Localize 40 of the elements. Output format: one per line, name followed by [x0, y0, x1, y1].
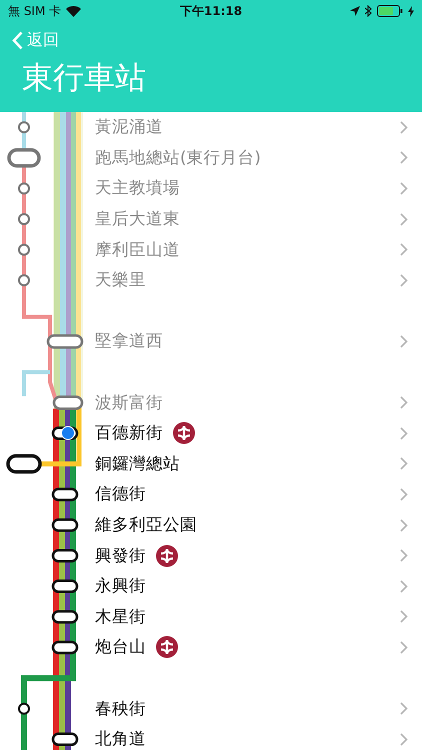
station-name[interactable]: 木星街: [95, 606, 146, 628]
chevron-right-icon: [400, 457, 408, 470]
wifi-icon: [66, 6, 82, 16]
station-name[interactable]: 維多利亞公園: [95, 514, 197, 536]
station-name[interactable]: 北角道: [95, 728, 146, 750]
station-name[interactable]: 信德街: [95, 483, 146, 506]
chevron-right-icon: [400, 702, 408, 716]
carrier-label: 無 SIM 卡: [8, 2, 62, 20]
chevron-right-icon: [400, 212, 408, 226]
mtr-logo-icon: [173, 422, 195, 444]
chevron-right-icon: [400, 274, 408, 287]
charging-bolt-icon: [408, 6, 414, 16]
chevron-right-icon: [400, 151, 408, 164]
clock-time: 下午11:18: [180, 2, 242, 20]
page-title: 東行車站: [22, 59, 147, 98]
battery-icon: [376, 5, 403, 17]
chevron-right-icon: [400, 640, 408, 654]
location-arrow-icon: [350, 6, 360, 16]
mtr-logo-icon: [156, 544, 178, 567]
chevron-right-icon: [400, 243, 408, 256]
station-name[interactable]: 永興街: [95, 575, 146, 598]
chevron-right-icon: [400, 396, 408, 410]
chevron-right-icon: [400, 120, 408, 134]
chevron-right-icon: [400, 426, 408, 440]
chevron-left-icon: [12, 31, 23, 50]
chevron-right-icon: [400, 182, 408, 195]
chevron-right-icon: [400, 549, 408, 562]
station-name[interactable]: 春秧街: [95, 698, 146, 720]
bluetooth-icon: [364, 5, 372, 17]
chevron-right-icon: [400, 488, 408, 501]
station-name[interactable]: 炮台山: [95, 636, 146, 658]
station-name[interactable]: 銅鑼灣總站: [95, 452, 180, 475]
station-name[interactable]: 百德新街: [95, 422, 163, 444]
chevron-right-icon: [400, 580, 408, 593]
chevron-right-icon: [400, 334, 408, 348]
station-name[interactable]: 興發街: [95, 544, 146, 567]
mtr-logo-icon: [156, 636, 178, 658]
chevron-right-icon: [400, 732, 408, 746]
chevron-right-icon: [400, 518, 408, 532]
chevron-right-icon: [400, 610, 408, 624]
